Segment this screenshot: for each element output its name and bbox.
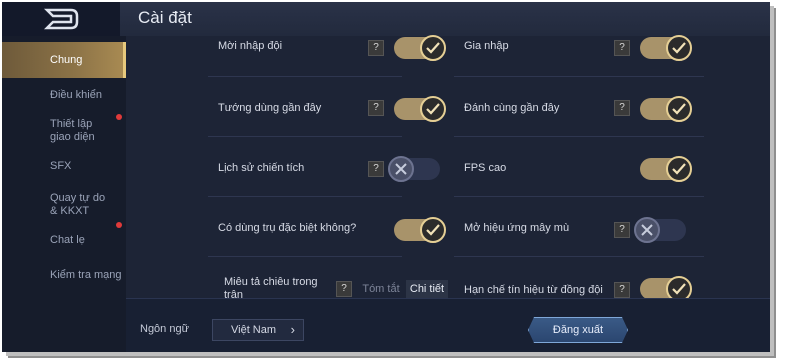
- page-title: Cài đặt: [138, 8, 192, 27]
- close-icon: [641, 224, 653, 236]
- option-tom-tat[interactable]: Tóm tắt: [358, 280, 404, 298]
- divider: [454, 256, 704, 257]
- check-icon: [672, 42, 686, 54]
- toggle-knob: [420, 35, 446, 61]
- divider: [208, 76, 402, 77]
- language-label: Ngôn ngữ: [140, 323, 189, 335]
- help-icon[interactable]: ?: [368, 40, 384, 56]
- help-icon[interactable]: ?: [336, 281, 352, 297]
- toggle-knob: [420, 217, 446, 243]
- toggle-knob: [666, 156, 692, 182]
- sidebar-item-label: Quay tự do & KKXT: [50, 192, 106, 217]
- notification-dot: [116, 114, 122, 120]
- sidebar-item-chung[interactable]: Chung: [2, 42, 126, 78]
- divider: [454, 196, 704, 197]
- check-icon: [672, 163, 686, 175]
- sidebar-item-label: Kiểm tra mạng: [50, 269, 122, 281]
- back-arrow-icon: [43, 8, 79, 30]
- help-icon[interactable]: ?: [368, 161, 384, 177]
- toggle-knob: [634, 217, 660, 243]
- sidebar-item-dieu-khien[interactable]: Điều khiển: [2, 89, 126, 102]
- divider: [454, 76, 704, 77]
- toggle-lich-su[interactable]: [388, 156, 440, 182]
- sidebar-item-chat-le[interactable]: Chat lẹ: [2, 234, 126, 247]
- setting-label-may-mu: Mở hiệu ứng mây mù: [464, 222, 570, 234]
- help-icon[interactable]: ?: [614, 282, 630, 298]
- toggle-fps-cao[interactable]: [640, 156, 692, 182]
- sidebar-item-label: SFX: [50, 160, 72, 172]
- sidebar: Chung Điều khiển Thiết lập giao diện SFX…: [2, 36, 126, 352]
- logout-button[interactable]: Đăng xuất: [528, 317, 628, 343]
- divider: [454, 136, 704, 137]
- check-icon: [426, 224, 440, 236]
- toggle-knob: [420, 96, 446, 122]
- toggle-moi-nhap-doi[interactable]: [394, 35, 446, 61]
- check-icon: [672, 283, 686, 295]
- sidebar-item-label: Thiết lập giao diện: [50, 118, 95, 143]
- setting-label-han-che: Hạn chế tín hiệu từ đồng đội: [464, 284, 603, 296]
- divider: [208, 136, 402, 137]
- toggle-knob: [666, 96, 692, 122]
- sidebar-item-label: Chat lẹ: [50, 234, 85, 246]
- sidebar-item-label: Chung: [50, 53, 83, 66]
- setting-label-moi-nhap-doi: Mời nhập đội: [218, 40, 283, 52]
- language-select[interactable]: Việt Nam ›: [212, 319, 304, 341]
- notification-dot: [116, 222, 122, 228]
- language-value: Việt Nam: [231, 324, 277, 336]
- settings-window: Cài đặt Chung Điều khiển Thiết lập giao …: [2, 2, 770, 352]
- check-icon: [672, 103, 686, 115]
- toggle-han-che[interactable]: [640, 276, 692, 302]
- setting-label-tru-dac-biet: Có dùng trụ đặc biệt không?: [218, 222, 357, 234]
- close-icon: [395, 163, 407, 175]
- help-icon[interactable]: ?: [614, 40, 630, 56]
- setting-label-fps-cao: FPS cao: [464, 162, 507, 174]
- sidebar-item-label: Điều khiển: [50, 89, 102, 101]
- setting-label-lich-su: Lịch sử chiến tích: [218, 162, 305, 174]
- top-bar: Cài đặt: [2, 2, 770, 36]
- toggle-gia-nhap[interactable]: [640, 35, 692, 61]
- help-icon[interactable]: ?: [614, 222, 630, 238]
- toggle-danh-cung[interactable]: [640, 96, 692, 122]
- setting-label-tuong-dung: Tướng dùng gần đây: [218, 102, 322, 114]
- toggle-tru-dac-biet[interactable]: [394, 217, 446, 243]
- check-icon: [426, 42, 440, 54]
- sidebar-item-thiet-lap-giao-dien[interactable]: Thiết lập giao diện: [2, 118, 114, 144]
- check-icon: [426, 103, 440, 115]
- setting-label-danh-cung: Đánh cùng gần đây: [464, 102, 560, 114]
- help-icon[interactable]: ?: [614, 100, 630, 116]
- back-button[interactable]: [2, 2, 120, 36]
- bottom-bar: Ngôn ngữ Việt Nam › Đăng xuất: [126, 298, 770, 352]
- divider: [208, 196, 402, 197]
- toggle-may-mu[interactable]: [634, 217, 686, 243]
- option-chi-tiet[interactable]: Chi tiết: [406, 280, 448, 298]
- toggle-tuong-dung[interactable]: [394, 96, 446, 122]
- sidebar-item-sfx[interactable]: SFX: [2, 160, 126, 173]
- sidebar-item-kiem-tra-mang[interactable]: Kiểm tra mạng: [2, 269, 126, 282]
- sidebar-item-quay-tu-do[interactable]: Quay tự do & KKXT: [2, 192, 114, 218]
- help-icon[interactable]: ?: [368, 100, 384, 116]
- toggle-knob: [388, 156, 414, 182]
- divider: [208, 256, 402, 257]
- setting-label-gia-nhap: Gia nhập: [464, 40, 509, 52]
- toggle-knob: [666, 35, 692, 61]
- chevron-right-icon: ›: [290, 322, 295, 337]
